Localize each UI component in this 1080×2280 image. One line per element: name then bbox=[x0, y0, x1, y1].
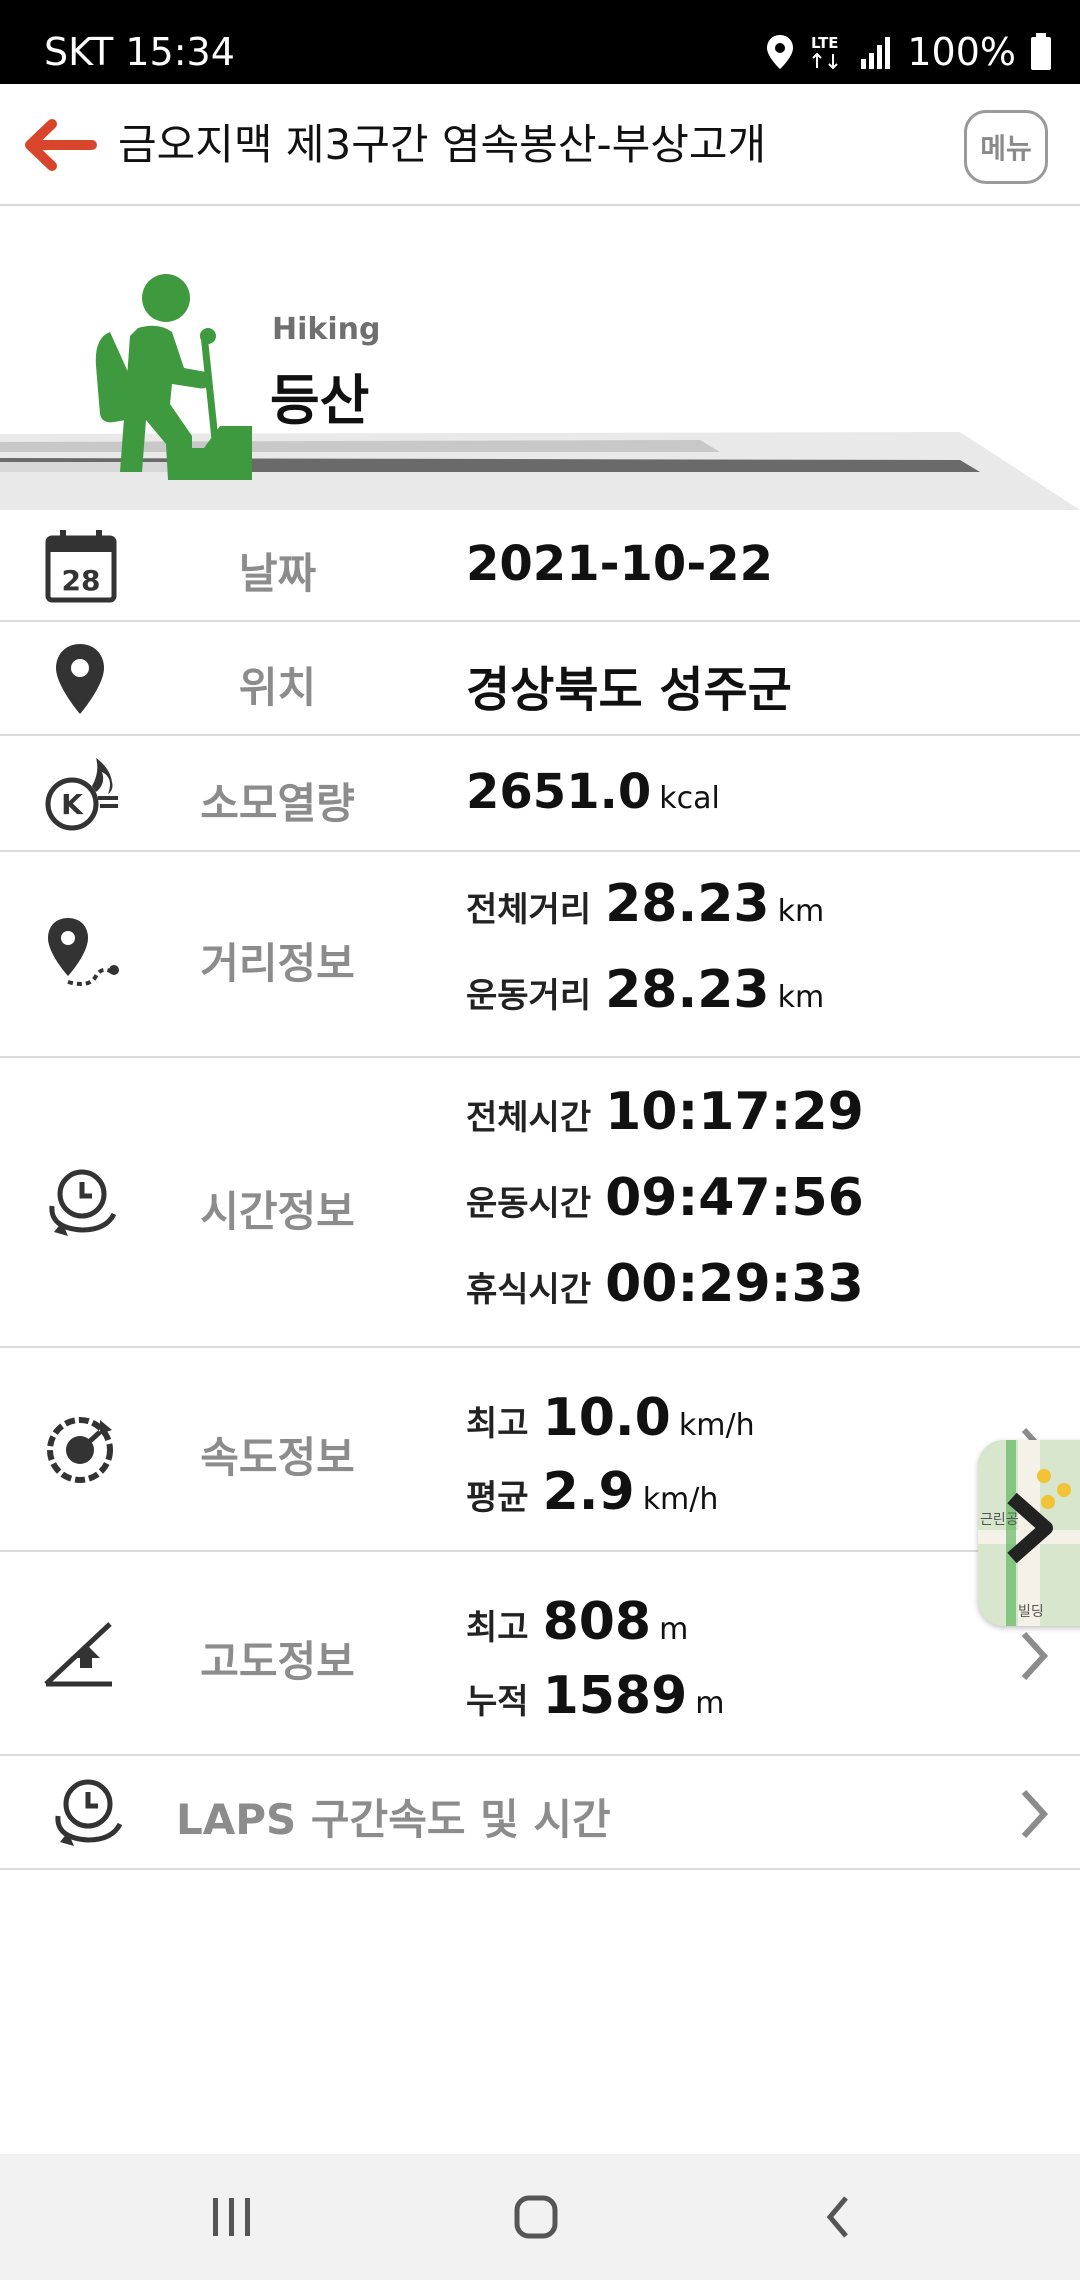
home-icon bbox=[514, 2195, 558, 2239]
date-label: 날짜 bbox=[238, 549, 317, 598]
activity-name-en: Hiking bbox=[272, 312, 381, 347]
chevron-right-icon bbox=[1021, 1631, 1049, 1681]
recent-apps-icon bbox=[213, 2198, 250, 2236]
kcal-flame-icon: K bbox=[45, 758, 118, 831]
rest-time: 휴식시간 00:29:33 bbox=[466, 1254, 864, 1314]
svg-text:K: K bbox=[61, 788, 84, 821]
back-button[interactable] bbox=[18, 114, 98, 176]
total-time: 전체시간 10:17:29 bbox=[466, 1082, 864, 1142]
home-button[interactable] bbox=[496, 2184, 576, 2250]
total-distance: 전체거리 28.23 km bbox=[466, 874, 825, 934]
activity-name-ko: 등산 bbox=[270, 369, 370, 432]
status-icons: LTE 100% bbox=[765, 0, 1052, 84]
moving-distance-value: 28.23 bbox=[605, 960, 770, 1020]
moving-time: 운동시간 09:47:56 bbox=[466, 1168, 864, 1228]
max-speed-value: 10.0 bbox=[542, 1388, 671, 1448]
altitude-icon bbox=[44, 1622, 112, 1687]
system-nav-bar bbox=[0, 2154, 1080, 2280]
moving-distance: 운동거리 28.23 km bbox=[466, 960, 825, 1020]
avg-speed: 평균 2.9 km/h bbox=[466, 1462, 719, 1522]
app-header: 금오지맥 제3구간 염속봉산-부상고개 메뉴 bbox=[0, 84, 1080, 206]
laps-clock-icon bbox=[55, 1779, 123, 1846]
battery-icon bbox=[1031, 33, 1051, 70]
altitude-row[interactable]: 고도정보 최고 808 m 누적 1589 m bbox=[0, 1552, 1080, 1756]
svg-text:빌딩: 빌딩 bbox=[1018, 1604, 1044, 1620]
chevron-right-icon bbox=[1021, 1789, 1049, 1839]
page-title: 금오지맥 제3구간 염속봉산-부상고개 bbox=[118, 120, 767, 169]
laps-row[interactable]: LAPS 구간속도 및 시간 bbox=[0, 1756, 1080, 1870]
location-pin-icon bbox=[56, 644, 104, 714]
back-nav-icon bbox=[826, 2196, 848, 2238]
lte-icon: LTE bbox=[811, 34, 839, 70]
status-bar: SKT 15:34 LTE 100% bbox=[0, 0, 1080, 84]
distance-row: 거리정보 전체거리 28.23 km 운동거리 28.23 km bbox=[0, 852, 1080, 1058]
calories-value-line: 2651.0 kcal bbox=[466, 764, 720, 820]
signal-icon bbox=[861, 37, 891, 69]
laps-label: LAPS 구간속도 및 시간 bbox=[176, 1795, 611, 1844]
max-altitude: 최고 808 m bbox=[466, 1592, 689, 1652]
status-time: SKT 15:34 bbox=[44, 30, 235, 74]
svg-text:LTE: LTE bbox=[811, 34, 839, 52]
calories-label: 소모열량 bbox=[200, 779, 355, 828]
speed-row[interactable]: 속도정보 최고 10.0 km/h 평균 2.9 km/h bbox=[0, 1348, 1080, 1552]
time-row: 시간정보 전체시간 10:17:29 운동시간 09:47:56 휴식시간 00:29… bbox=[0, 1058, 1080, 1348]
svg-text:근린공: 근린공 bbox=[980, 1512, 1019, 1528]
max-altitude-value: 808 bbox=[542, 1592, 652, 1652]
hiker-icon bbox=[95, 274, 252, 480]
total-distance-value: 28.23 bbox=[605, 874, 770, 934]
calories-row: K 소모열량 2651.0 kcal bbox=[0, 736, 1080, 852]
cumulative-altitude: 누적 1589 m bbox=[466, 1666, 725, 1726]
recent-apps-button[interactable] bbox=[192, 2184, 272, 2250]
location-row: 위치 경상북도 성주군 bbox=[0, 622, 1080, 736]
map-thumbnail: 근린공 빌딩 bbox=[978, 1440, 1080, 1626]
calories-unit: kcal bbox=[659, 781, 720, 816]
svg-text:28: 28 bbox=[62, 564, 101, 597]
max-speed: 최고 10.0 km/h bbox=[466, 1388, 755, 1448]
altitude-label: 고도정보 bbox=[200, 1637, 355, 1686]
moving-time-value: 09:47:56 bbox=[605, 1168, 864, 1228]
route-pin-icon bbox=[48, 918, 119, 986]
avg-speed-value: 2.9 bbox=[542, 1462, 635, 1522]
activity-banner: Hiking 등산 bbox=[0, 206, 1080, 510]
date-value: 2021-10-22 bbox=[466, 536, 774, 592]
clock-cycle-icon bbox=[49, 1169, 117, 1236]
rest-time-value: 00:29:33 bbox=[605, 1254, 864, 1314]
speed-label: 속도정보 bbox=[200, 1433, 355, 1482]
distance-label: 거리정보 bbox=[200, 939, 355, 988]
back-nav-button[interactable] bbox=[798, 2184, 878, 2250]
map-preview-button[interactable]: 근린공 빌딩 bbox=[978, 1440, 1080, 1626]
location-label: 위치 bbox=[238, 663, 317, 712]
speedometer-icon bbox=[47, 1417, 113, 1483]
location-value: 경상북도 성주군 bbox=[466, 662, 792, 718]
cumulative-altitude-value: 1589 bbox=[542, 1666, 688, 1726]
battery-percent: 100% bbox=[907, 30, 1016, 74]
calories-value: 2651.0 bbox=[466, 764, 652, 820]
menu-button[interactable]: 메뉴 bbox=[964, 110, 1048, 184]
back-arrow-icon bbox=[25, 119, 97, 171]
time-label: 시간정보 bbox=[200, 1187, 355, 1236]
location-icon bbox=[767, 35, 794, 69]
date-row: 28 날짜 2021-10-22 bbox=[0, 510, 1080, 622]
calendar-icon: 28 bbox=[45, 530, 117, 603]
total-time-value: 10:17:29 bbox=[605, 1082, 864, 1142]
